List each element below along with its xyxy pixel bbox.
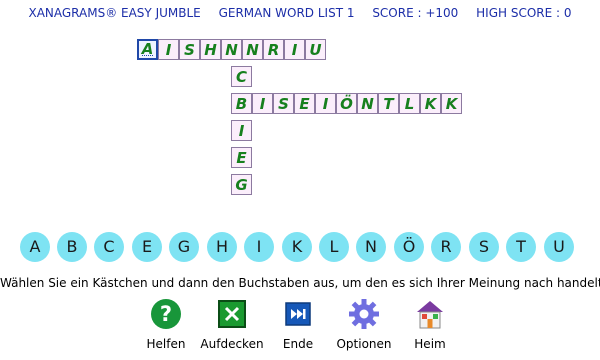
home-button[interactable]: Heim	[390, 298, 470, 351]
grid-cell[interactable]: R	[263, 39, 284, 60]
letter-button[interactable]: E	[132, 232, 162, 262]
grid-cell[interactable]: U	[305, 39, 326, 60]
grid-cell[interactable]: S	[179, 39, 200, 60]
letter-button[interactable]: Ö	[394, 232, 424, 262]
reveal-icon	[218, 300, 246, 328]
letter-button[interactable]: G	[169, 232, 199, 262]
grid-cell[interactable]: E	[231, 147, 252, 168]
instruction-text: Wählen Sie ein Kästchen und dann den Buc…	[0, 276, 600, 290]
letter-button[interactable]: K	[282, 232, 312, 262]
grid-cell[interactable]: B	[231, 93, 252, 114]
letter-button[interactable]: N	[356, 232, 386, 262]
letter-button[interactable]: B	[57, 232, 87, 262]
grid-cell[interactable]: E	[294, 93, 315, 114]
crossword-grid: A I S H N N R I U C B I E G I S E I Ö N …	[0, 0, 600, 200]
letter-button[interactable]: I	[244, 232, 274, 262]
grid-cell[interactable]: K	[441, 93, 462, 114]
grid-cell[interactable]: L	[399, 93, 420, 114]
letter-button[interactable]: T	[506, 232, 536, 262]
grid-cell[interactable]: C	[231, 66, 252, 87]
grid-cell[interactable]: I	[252, 93, 273, 114]
home-icon	[417, 301, 443, 329]
grid-cell[interactable]: H	[200, 39, 221, 60]
help-icon: ?	[151, 299, 181, 329]
letter-button[interactable]: H	[207, 232, 237, 262]
letter-button[interactable]: L	[319, 232, 349, 262]
grid-cell[interactable]: I	[231, 120, 252, 141]
svg-text:?: ?	[160, 302, 172, 326]
options-icon	[349, 299, 379, 329]
grid-cell[interactable]: N	[357, 93, 378, 114]
grid-cell[interactable]: G	[231, 174, 252, 195]
end-icon	[285, 302, 311, 326]
grid-cell[interactable]: A	[137, 39, 158, 60]
grid-cell[interactable]: Ö	[336, 93, 357, 114]
grid-cell[interactable]: T	[378, 93, 399, 114]
grid-cell[interactable]: N	[242, 39, 263, 60]
letter-picker: A B C E G H I K L N Ö R S T U	[20, 232, 580, 262]
grid-cell[interactable]: I	[315, 93, 336, 114]
home-label: Heim	[414, 337, 446, 351]
grid-cell[interactable]: I	[284, 39, 305, 60]
grid-cell[interactable]: S	[273, 93, 294, 114]
letter-button[interactable]: C	[94, 232, 124, 262]
letter-button[interactable]: S	[469, 232, 499, 262]
grid-cell[interactable]: I	[158, 39, 179, 60]
bottom-toolbar: ? Helfen Aufdecken Ende Optionen Heim	[0, 298, 600, 358]
grid-cell[interactable]: K	[420, 93, 441, 114]
letter-button[interactable]: U	[544, 232, 574, 262]
letter-button[interactable]: A	[20, 232, 50, 262]
letter-button[interactable]: R	[431, 232, 461, 262]
grid-cell[interactable]: N	[221, 39, 242, 60]
